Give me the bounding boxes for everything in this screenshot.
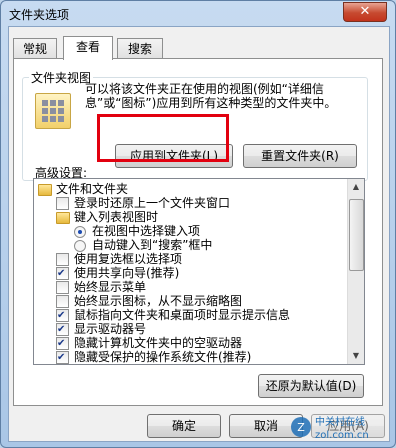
tab-search[interactable]: 搜索 (117, 38, 163, 59)
zol-watermark-logo: Z 中关村在线 zol.com.cn (291, 415, 369, 441)
scroll-up-arrow[interactable]: ▲ (348, 179, 364, 195)
vertical-scrollbar[interactable]: ▲ ▼ (347, 179, 364, 364)
setting-checkbox[interactable] (56, 197, 69, 210)
advanced-settings-list[interactable]: 文件和文件夹 登录时还原上一个文件夹窗口 键入列表视图时 在视图中选择键入项 自动键入到… (33, 178, 365, 365)
title-bar[interactable]: 文件夹选项 ✕ (1, 1, 395, 25)
close-button[interactable]: ✕ (343, 2, 387, 22)
folder-icon (56, 212, 70, 224)
scroll-down-arrow[interactable]: ▼ (348, 348, 364, 364)
reset-folders-button[interactable]: 重置文件夹(R) (243, 144, 357, 168)
setting-label: 始终显示图标，从不显示缩略图 (74, 294, 243, 308)
tab-view[interactable]: 查看 (63, 36, 113, 60)
ok-button[interactable]: 确定 (147, 414, 221, 438)
setting-checkbox[interactable] (56, 253, 69, 266)
setting-label: 隐藏计算机文件夹中的空驱动器 (74, 336, 243, 350)
scroll-thumb[interactable] (349, 199, 364, 271)
folder-view-icon (35, 93, 71, 129)
watermark-brand: 中关村在线 (315, 415, 365, 428)
tab-general[interactable]: 常规 (13, 38, 57, 59)
svg-text:Z: Z (297, 421, 305, 434)
folder-options-window: 文件夹选项 ✕ 常规 查看 搜索 文件夹视图 可以将该文件夹正在使用的视图(例如… (0, 0, 396, 448)
setting-checkbox[interactable] (56, 322, 69, 337)
setting-checkbox[interactable] (56, 295, 69, 308)
folder-views-label: 文件夹视图 (29, 69, 94, 86)
setting-label: 自动键入到“搜索”框中 (92, 238, 213, 252)
setting-label: 在视图中选择键入项 (92, 224, 201, 238)
setting-label: 隐藏受保护的操作系统文件(推荐) (74, 350, 252, 364)
highlight-box (97, 114, 229, 162)
setting-checkbox[interactable] (56, 266, 69, 281)
setting-label: 文件和文件夹 (56, 182, 129, 196)
setting-label: 键入列表视图时 (74, 210, 159, 224)
watermark-url: zol.com.cn (315, 430, 369, 441)
setting-checkbox[interactable] (56, 350, 69, 364)
setting-label: 登录时还原上一个文件夹窗口 (74, 196, 231, 210)
setting-radio[interactable] (74, 226, 86, 238)
folder-icon (38, 184, 52, 196)
setting-radio[interactable] (74, 240, 86, 252)
setting-label: 鼠标指向文件夹和桌面项时显示提示信息 (74, 308, 291, 322)
setting-label: 显示驱动器号 (74, 322, 147, 336)
setting-checkbox[interactable] (56, 281, 69, 294)
setting-checkbox[interactable] (56, 308, 69, 323)
restore-defaults-button[interactable]: 还原为默认值(D) (258, 374, 364, 398)
window-title: 文件夹选项 (9, 8, 70, 22)
setting-label: 始终显示菜单 (74, 280, 147, 294)
setting-label: 使用共享向导(推荐) (74, 266, 180, 280)
setting-label: 使用复选框以选择项 (74, 252, 183, 266)
setting-checkbox[interactable] (56, 336, 69, 351)
